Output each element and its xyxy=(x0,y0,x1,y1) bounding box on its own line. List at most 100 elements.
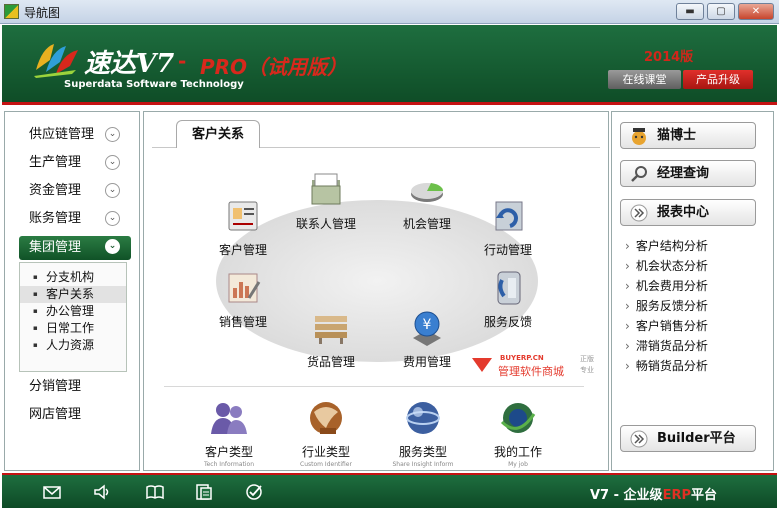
online-class-button[interactable]: 在线课堂 xyxy=(608,70,681,89)
app-header: 速达V7 - PRO（试用版） Superdata Software Techn… xyxy=(2,25,777,105)
submenu-office[interactable]: 办公管理 xyxy=(20,303,126,320)
opportunity-pie-icon xyxy=(411,183,444,202)
my-work-globe-icon xyxy=(500,403,536,433)
module-customer[interactable]: 客户管理 xyxy=(203,196,283,258)
upgrade-button[interactable]: 产品升级 xyxy=(683,70,753,89)
brand-dash: - xyxy=(178,49,187,73)
brand-edition: PRO（试用版） xyxy=(200,55,348,79)
industry-globe-icon xyxy=(310,402,342,434)
module-en-label: My job xyxy=(508,461,528,468)
nav-distribution[interactable]: 分销管理 xyxy=(19,376,131,398)
builder-button[interactable]: Builder平台 xyxy=(620,425,756,452)
module-expense[interactable]: ¥ 费用管理 xyxy=(387,308,467,370)
module-label: 服务类型 xyxy=(398,445,447,459)
module-service-feedback[interactable]: 服务反馈 xyxy=(468,268,548,330)
module-sales[interactable]: 销售管理 xyxy=(203,268,283,330)
submenu-crm[interactable]: 客户关系 xyxy=(20,286,126,303)
search-icon xyxy=(631,166,647,182)
nav-group[interactable]: 集团管理 ⌄ xyxy=(19,236,131,260)
maximize-button[interactable]: ▢ xyxy=(707,3,735,20)
module-en-label: Share Insight Inform xyxy=(392,461,454,468)
footer-platform-text: V7 - 企业级ERP平台 xyxy=(590,484,717,503)
module-industry-type[interactable]: 行业类型 Custom Identifier xyxy=(286,398,366,468)
nav-label: 账务管理 xyxy=(29,211,82,226)
module-goods[interactable]: 货品管理 xyxy=(291,308,371,370)
manager-query-label: 经理查询 xyxy=(657,166,710,181)
nav-production[interactable]: 生产管理 ⌄ xyxy=(19,152,131,174)
service-phone-icon xyxy=(497,271,521,305)
builder-label: Builder平台 xyxy=(657,431,736,446)
brand-name: 速达V7 xyxy=(84,49,175,79)
mail-icon[interactable] xyxy=(42,482,62,502)
report-center-button[interactable]: 报表中心 xyxy=(620,199,756,226)
report-opportunity-cost[interactable]: 机会费用分析 xyxy=(625,278,708,294)
chevron-down-icon: ⌄ xyxy=(105,127,120,142)
submenu-hr[interactable]: 人力资源 xyxy=(20,337,126,354)
module-en-label: Custom Identifier xyxy=(300,461,352,468)
footer-text-erp: ERP xyxy=(662,488,691,503)
module-label: 行业类型 xyxy=(301,445,350,459)
group-submenu: 分支机构 客户关系 办公管理 日常工作 人力资源 xyxy=(19,262,127,372)
action-arrow-icon xyxy=(495,201,523,231)
footer-text-prefix: V7 - 企业级 xyxy=(590,488,663,503)
module-action[interactable]: 行动管理 xyxy=(468,196,548,258)
module-label: 联系人管理 xyxy=(295,217,356,231)
close-button[interactable]: ✕ xyxy=(738,3,774,20)
doctor-button[interactable]: 猫博士 xyxy=(620,122,756,149)
module-label: 行动管理 xyxy=(483,243,532,257)
speaker-icon[interactable] xyxy=(92,482,112,502)
document-icon[interactable] xyxy=(194,482,214,502)
report-center-label: 报表中心 xyxy=(657,205,710,220)
module-contact[interactable]: 联系人管理 xyxy=(286,170,366,232)
sales-chart-icon xyxy=(228,273,261,303)
nav-label: 分销管理 xyxy=(29,379,82,394)
report-hot-goods[interactable]: 畅销货品分析 xyxy=(625,358,708,374)
module-service-type[interactable]: 服务类型 Share Insight Inform xyxy=(383,398,463,468)
nav-supply-chain[interactable]: 供应链管理 ⌄ xyxy=(19,124,131,146)
version-year: 2014版 xyxy=(644,50,694,65)
nav-webstore[interactable]: 网店管理 xyxy=(19,404,131,426)
goods-stack-icon xyxy=(315,316,347,344)
nav-accounting[interactable]: 账务管理 ⌄ xyxy=(19,208,131,230)
report-customer-sales[interactable]: 客户销售分析 xyxy=(625,318,708,334)
svg-text:¥: ¥ xyxy=(423,317,432,333)
doctor-label: 猫博士 xyxy=(657,128,697,143)
nav-label: 集团管理 xyxy=(29,240,82,255)
footer-bar: V7 - 企业级ERP平台 xyxy=(2,473,777,508)
chevron-down-icon: ⌄ xyxy=(105,155,120,170)
submenu-daily[interactable]: 日常工作 xyxy=(20,320,126,337)
module-label: 费用管理 xyxy=(402,355,451,369)
report-opportunity-status[interactable]: 机会状态分析 xyxy=(625,258,708,274)
module-label: 我的工作 xyxy=(493,445,542,459)
app-icon xyxy=(4,4,19,19)
module-opportunity[interactable]: 机会管理 xyxy=(387,170,467,232)
tab-crm[interactable]: 客户关系 xyxy=(176,120,260,148)
chevron-down-icon: ⌄ xyxy=(105,183,120,198)
double-chevron-right-icon xyxy=(630,204,648,222)
report-slow-goods[interactable]: 滞销货品分析 xyxy=(625,338,708,354)
brand-subtitle: Superdata Software Technology xyxy=(64,79,244,90)
main-panel: 客户关系 客户管理 联系人管理 机会管理 行动管理 销售管理 服务反馈 货品管理… xyxy=(143,111,609,471)
section-divider xyxy=(164,386,584,387)
watermark-logo-icon xyxy=(472,358,492,372)
module-customer-type[interactable]: 客户类型 Tech Information xyxy=(189,398,269,468)
watermark-name: 管理软件商城 xyxy=(498,365,564,378)
window-title: 导航图 xyxy=(24,6,61,20)
double-chevron-right-icon xyxy=(630,430,648,448)
report-service-feedback[interactable]: 服务反馈分析 xyxy=(625,298,708,314)
module-label: 服务反馈 xyxy=(483,315,532,329)
nav-funds[interactable]: 资金管理 ⌄ xyxy=(19,180,131,202)
report-customer-structure[interactable]: 客户结构分析 xyxy=(625,238,708,254)
nav-label: 供应链管理 xyxy=(29,127,95,142)
watermark-tag2: 专业 xyxy=(580,366,594,374)
chevron-down-icon: ⌄ xyxy=(105,239,120,254)
module-my-work[interactable]: 我的工作 My job xyxy=(478,398,558,468)
window-titlebar: 导航图 ▬ ▢ ✕ xyxy=(0,0,779,24)
submenu-branches[interactable]: 分支机构 xyxy=(20,269,126,286)
book-icon[interactable] xyxy=(145,482,165,502)
check-circle-icon[interactable] xyxy=(244,482,264,502)
sidebar: 供应链管理 ⌄ 生产管理 ⌄ 资金管理 ⌄ 账务管理 ⌄ 集团管理 ⌄ 分支机构 客户关系… xyxy=(4,111,140,471)
nav-label: 资金管理 xyxy=(29,183,82,198)
minimize-button[interactable]: ▬ xyxy=(676,3,704,20)
manager-query-button[interactable]: 经理查询 xyxy=(620,160,756,187)
